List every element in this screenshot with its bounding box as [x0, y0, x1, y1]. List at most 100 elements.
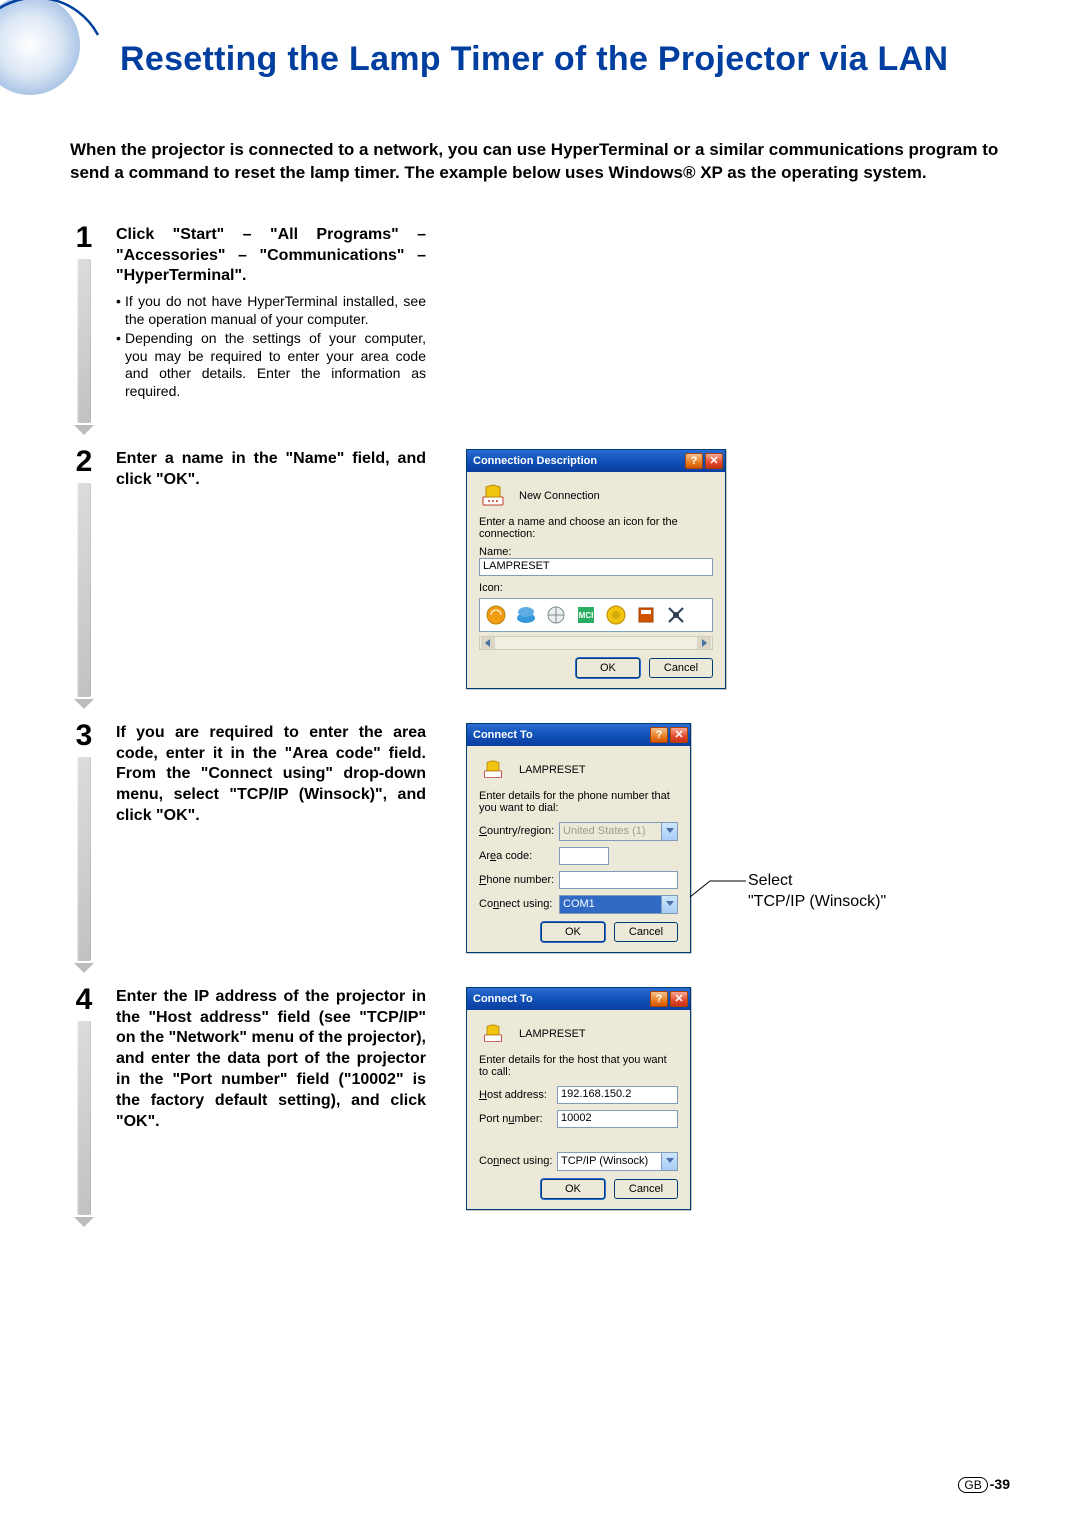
help-button[interactable]: ? [650, 727, 668, 743]
dialog-title-text: Connect To [473, 729, 650, 741]
page-header: Resetting the Lamp Timer of the Projecto… [70, 40, 1010, 79]
ok-button[interactable]: OK [576, 658, 640, 678]
scroll-left-icon[interactable] [481, 637, 495, 649]
step-bar [77, 483, 91, 697]
dialog-title-text: Connection Description [473, 455, 685, 467]
name-label: Name: [479, 546, 713, 558]
step-number: 3 [76, 721, 93, 751]
list-item: If you do not have HyperTerminal install… [116, 293, 426, 328]
host-address-input[interactable]: 192.168.150.2 [557, 1086, 678, 1104]
step-2: 2 Enter a name in the "Name" field, and … [70, 449, 1010, 709]
close-button[interactable]: ✕ [705, 453, 723, 469]
dropdown-arrow-icon [661, 823, 677, 840]
dropdown-arrow-icon [661, 1153, 677, 1170]
connection-icon-option[interactable] [544, 603, 568, 627]
cancel-button[interactable]: Cancel [614, 1179, 678, 1199]
step-heading: Click "Start" – "All Programs" – "Access… [116, 225, 426, 287]
step-4: 4 Enter the IP address of the projector … [70, 987, 1010, 1227]
page-title: Resetting the Lamp Timer of the Projecto… [120, 40, 1010, 79]
dialog-title-bar: Connect To ? ✕ [467, 988, 690, 1010]
connect-using-label: Connect using: [479, 898, 553, 910]
connect-to-dialog-host: Connect To ? ✕ LAMPRESET [466, 987, 691, 1210]
step-bullets: If you do not have HyperTerminal install… [116, 293, 426, 400]
host-address-label: Host address: [479, 1089, 551, 1101]
dialog-title-bar: Connect To ? ✕ [467, 724, 690, 746]
page-number: -39 [990, 1476, 1010, 1492]
connect-using-select[interactable]: COM1 [559, 895, 678, 914]
intro-text: When the projector is connected to a net… [70, 139, 1010, 185]
step-arrow-icon [74, 699, 94, 709]
annotation-leader-line [688, 879, 748, 909]
step-number-column: 2 [70, 449, 98, 709]
close-button[interactable]: ✕ [670, 727, 688, 743]
help-button[interactable]: ? [650, 991, 668, 1007]
dialog-subtitle: LAMPRESET [519, 764, 586, 776]
ok-button[interactable]: OK [541, 922, 605, 942]
annotation-callout: Select "TCP/IP (Winsock)" [748, 871, 886, 913]
phone-label: Phone number: [479, 874, 553, 886]
connect-using-select[interactable]: TCP/IP (Winsock) [557, 1152, 678, 1171]
step-number: 2 [76, 447, 93, 477]
step-bar [77, 259, 91, 423]
phone-modem-icon [479, 1020, 507, 1048]
phone-modem-icon [479, 482, 507, 510]
dialog-title-bar: Connection Description ? ✕ [467, 450, 725, 472]
help-button[interactable]: ? [685, 453, 703, 469]
name-input[interactable]: LAMPRESET [479, 558, 713, 576]
step-number: 1 [76, 223, 93, 253]
step-3: 3 If you are required to enter the area … [70, 723, 1010, 973]
country-label: Country/region: [479, 825, 553, 837]
dialog-title-text: Connect To [473, 993, 650, 1005]
areacode-label: Area code: [479, 850, 553, 862]
dialog-prompt: Enter details for the phone number that … [479, 790, 678, 814]
connect-using-label: Connect using: [479, 1155, 551, 1167]
step-1: 1 Click "Start" – "All Programs" – "Acce… [70, 225, 1010, 435]
ok-button[interactable]: OK [541, 1179, 605, 1199]
country-select[interactable]: United States (1) [559, 822, 678, 841]
step-number-column: 1 [70, 225, 98, 435]
connect-to-dialog-phone: Connect To ? ✕ LAMPRESET [466, 723, 691, 953]
icon-label: Icon: [479, 582, 713, 594]
port-number-input[interactable]: 10002 [557, 1110, 678, 1128]
step-bar [77, 757, 91, 961]
step-heading: If you are required to enter the area co… [116, 723, 426, 827]
annotation-text: Select [748, 871, 886, 892]
page: Resetting the Lamp Timer of the Projecto… [0, 0, 1080, 1523]
close-button[interactable]: ✕ [670, 991, 688, 1007]
svg-text:MCI: MCI [579, 611, 594, 620]
step-arrow-icon [74, 963, 94, 973]
connection-icon-option[interactable]: MCI [574, 603, 598, 627]
dropdown-arrow-icon [661, 896, 677, 913]
connection-icon-option[interactable] [604, 603, 628, 627]
port-number-label: Port number: [479, 1113, 551, 1125]
phone-modem-icon [479, 756, 507, 784]
step-arrow-icon [74, 425, 94, 435]
annotation-text: "TCP/IP (Winsock)" [748, 892, 886, 913]
list-item: Depending on the settings of your comput… [116, 330, 426, 400]
connection-icon-option[interactable] [634, 603, 658, 627]
dialog-prompt: Enter details for the host that you want… [479, 1054, 678, 1078]
step-arrow-icon [74, 1217, 94, 1227]
icon-picker[interactable]: MCI [479, 598, 713, 632]
step-number: 4 [76, 985, 93, 1015]
dialog-subtitle: LAMPRESET [519, 1028, 586, 1040]
language-badge: GB [958, 1477, 987, 1493]
dialog-subtitle: New Connection [519, 490, 600, 502]
step-number-column: 4 [70, 987, 98, 1227]
areacode-input[interactable] [559, 847, 609, 865]
scroll-right-icon[interactable] [697, 637, 711, 649]
icon-scrollbar[interactable] [479, 636, 713, 650]
page-footer: GB-39 [958, 1476, 1010, 1493]
step-heading: Enter a name in the "Name" field, and cl… [116, 449, 426, 491]
cancel-button[interactable]: Cancel [649, 658, 713, 678]
cancel-button[interactable]: Cancel [614, 922, 678, 942]
connection-icon-option[interactable] [514, 603, 538, 627]
phone-input[interactable] [559, 871, 678, 889]
step-number-column: 3 [70, 723, 98, 973]
connection-description-dialog: Connection Description ? ✕ New Connectio… [466, 449, 726, 689]
connection-icon-option[interactable] [484, 603, 508, 627]
dialog-prompt: Enter a name and choose an icon for the … [479, 516, 713, 540]
step-bar [77, 1021, 91, 1215]
connection-icon-option[interactable] [664, 603, 688, 627]
step-heading: Enter the IP address of the projector in… [116, 987, 426, 1133]
